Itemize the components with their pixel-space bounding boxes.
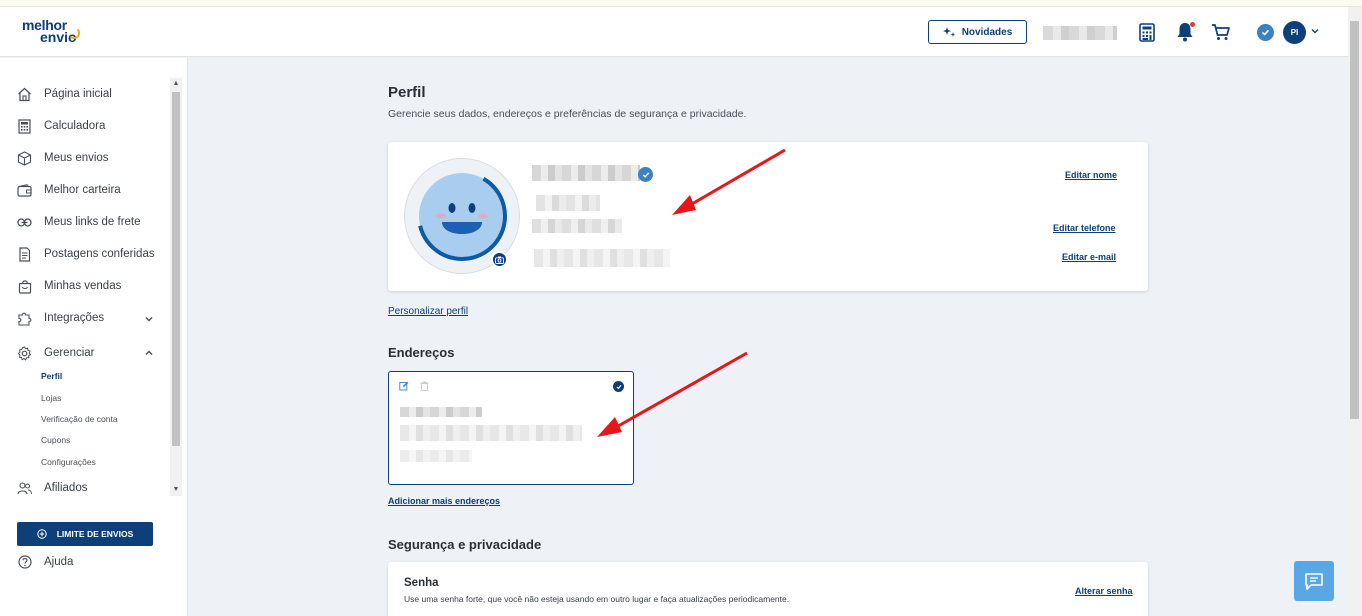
box-icon bbox=[17, 150, 32, 166]
gear-icon bbox=[17, 345, 32, 361]
sidebar-sub-verificacao[interactable]: Verificação de conta bbox=[41, 414, 118, 424]
page-scrollbar[interactable] bbox=[1348, 7, 1362, 616]
profile-phone-redacted bbox=[532, 219, 622, 233]
sidebar: Página inicial Calculadora Meus envios M… bbox=[0, 58, 188, 616]
users-icon bbox=[17, 481, 32, 494]
annotation-arrow-icon bbox=[672, 148, 786, 215]
sidebar-sub-configuracoes[interactable]: Configurações bbox=[41, 457, 96, 467]
top-header: melhor envio Novidades PI bbox=[0, 7, 1348, 57]
chevron-down-icon[interactable] bbox=[144, 314, 154, 324]
personalizar-perfil-link[interactable]: Personalizar perfil bbox=[388, 306, 468, 317]
wallet-icon bbox=[17, 183, 32, 197]
sidebar-item-label: Afiliados bbox=[44, 482, 88, 494]
page-subtitle: Gerencie seus dados, endereços e preferê… bbox=[388, 108, 747, 120]
limite-label: LIMITE DE ENVIOS bbox=[56, 529, 134, 539]
home-icon bbox=[18, 87, 31, 101]
sidebar-item-label: Página inicial bbox=[44, 88, 112, 100]
sidebar-item-label: Ajuda bbox=[44, 556, 74, 568]
cart-icon bbox=[1212, 24, 1230, 40]
profile-name-redacted bbox=[532, 165, 640, 181]
notifications-button[interactable] bbox=[1174, 21, 1196, 43]
password-card: Senha Use uma senha forte, que você não … bbox=[388, 562, 1148, 616]
balance-redacted bbox=[1043, 26, 1117, 40]
profile-avatar[interactable] bbox=[404, 158, 520, 274]
enderecos-title: Endereços bbox=[388, 345, 455, 360]
calculator-icon bbox=[1139, 22, 1155, 42]
notification-dot bbox=[1190, 22, 1195, 27]
trash-icon[interactable] bbox=[420, 381, 429, 391]
scroll-up-arrow-icon[interactable]: ▲ bbox=[172, 80, 180, 88]
novidades-button[interactable]: Novidades bbox=[928, 20, 1027, 44]
scroll-down-arrow-icon[interactable]: ▼ bbox=[172, 486, 180, 494]
senha-title: Senha bbox=[404, 577, 439, 589]
help-icon bbox=[17, 555, 32, 569]
annotation-arrow-icon bbox=[597, 351, 748, 437]
sidebar-item-pagina-inicial[interactable]: Página inicial bbox=[17, 84, 112, 104]
sidebar-item-gerenciar[interactable]: Gerenciar bbox=[17, 343, 95, 363]
verified-name-icon bbox=[638, 167, 653, 182]
add-address-link[interactable]: Adicionar mais endereços bbox=[388, 496, 500, 506]
page-scroll-thumb[interactable] bbox=[1350, 21, 1359, 419]
chat-icon bbox=[1305, 572, 1323, 590]
sidebar-sub-lojas[interactable]: Lojas bbox=[41, 393, 61, 403]
chevron-up-icon[interactable] bbox=[144, 348, 154, 358]
limite-de-envios-button[interactable]: LIMITE DE ENVIOS bbox=[17, 522, 153, 546]
user-avatar[interactable]: PI bbox=[1283, 21, 1306, 44]
seguranca-title: Segurança e privacidade bbox=[388, 537, 542, 552]
address-line1-redacted bbox=[400, 407, 482, 417]
cart-button[interactable] bbox=[1210, 21, 1232, 43]
sidebar-item-label: Integrações bbox=[44, 312, 105, 324]
sidebar-item-label: Gerenciar bbox=[44, 347, 95, 359]
novidades-label: Novidades bbox=[961, 26, 1013, 38]
sidebar-sub-cupons[interactable]: Cupons bbox=[41, 435, 70, 445]
sidebar-item-postagens-conferidas[interactable]: Postagens conferidas bbox=[17, 244, 155, 264]
sidebar-item-minhas-vendas[interactable]: Minhas vendas bbox=[17, 276, 121, 296]
chat-button[interactable] bbox=[1294, 561, 1334, 601]
sidebar-item-label: Meus links de frete bbox=[44, 216, 141, 228]
page-title: Perfil bbox=[388, 84, 426, 101]
address-line2-redacted bbox=[400, 425, 582, 441]
sidebar-item-ajuda[interactable]: Ajuda bbox=[17, 552, 73, 572]
sidebar-item-calculadora[interactable]: Calculadora bbox=[17, 116, 105, 136]
profile-email-redacted bbox=[534, 249, 670, 267]
sidebar-item-melhor-carteira[interactable]: Melhor carteira bbox=[17, 180, 121, 200]
profile-document-redacted bbox=[536, 195, 600, 211]
sidebar-item-integracoes[interactable]: Integrações bbox=[17, 308, 104, 328]
sidebar-item-label: Minhas vendas bbox=[44, 280, 122, 292]
sidebar-scrollbar[interactable]: ▲ ▼ bbox=[170, 78, 182, 496]
edit-email-link[interactable]: Editar e-mail bbox=[1062, 252, 1116, 262]
sidebar-sub-perfil[interactable]: Perfil bbox=[41, 371, 62, 381]
senha-description: Use uma senha forte, que você não esteja… bbox=[404, 594, 790, 604]
sparkle-icon bbox=[942, 27, 955, 37]
sidebar-item-label: Calculadora bbox=[44, 120, 106, 132]
sidebar-scroll-thumb[interactable] bbox=[172, 92, 180, 446]
plus-circle-icon bbox=[37, 529, 47, 539]
chevron-down-icon[interactable] bbox=[1310, 26, 1320, 36]
edit-phone-link[interactable]: Editar telefone bbox=[1053, 223, 1116, 233]
bag-icon bbox=[18, 279, 31, 294]
sidebar-item-label: Meus envios bbox=[44, 152, 109, 164]
sidebar-item-afiliados[interactable]: Afiliados bbox=[17, 478, 87, 498]
sidebar-item-label: Postagens conferidas bbox=[44, 248, 155, 260]
sidebar-item-label: Melhor carteira bbox=[44, 184, 121, 196]
edit-icon[interactable] bbox=[399, 381, 409, 391]
camera-icon bbox=[495, 256, 504, 264]
puzzle-icon bbox=[18, 312, 32, 326]
verified-badge-icon bbox=[1257, 24, 1274, 41]
browser-top-strip bbox=[0, 0, 1362, 7]
link-icon bbox=[17, 217, 32, 227]
document-icon bbox=[19, 246, 31, 262]
calculator-icon bbox=[18, 118, 31, 134]
camera-button[interactable] bbox=[491, 251, 508, 268]
alterar-senha-link[interactable]: Alterar senha bbox=[1075, 586, 1133, 596]
edit-name-link[interactable]: Editar nome bbox=[1065, 170, 1117, 180]
sidebar-item-meus-links-de-frete[interactable]: Meus links de frete bbox=[17, 212, 141, 232]
logo-smile-icon bbox=[68, 27, 80, 39]
sidebar-item-meus-envios[interactable]: Meus envios bbox=[17, 148, 109, 168]
calculator-button[interactable] bbox=[1136, 21, 1158, 43]
melhor-envio-logo[interactable]: melhor envio bbox=[22, 18, 92, 47]
address-line3-redacted bbox=[400, 450, 472, 462]
